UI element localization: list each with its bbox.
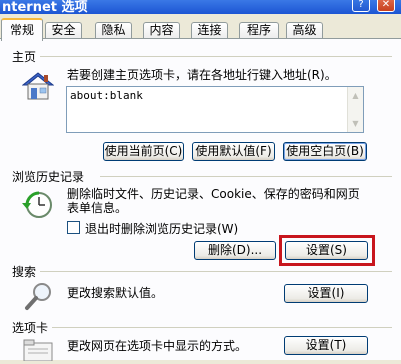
tab-security[interactable]: 安全 — [45, 22, 82, 39]
history-clock-icon — [19, 189, 55, 221]
close-icon: ✕ — [381, 0, 391, 10]
tab-connections[interactable]: 连接 — [191, 22, 228, 39]
title-bar: nternet 选项 ? ✕ — [0, 0, 401, 14]
tab-programs[interactable]: 程序 — [239, 22, 279, 39]
homepage-section-label: 主页 — [12, 50, 37, 64]
address-scrollbar[interactable]: ▲ ▼ — [347, 87, 363, 132]
homepage-description: 若要创建主页选项卡，请在各地址行键入地址(R)。 — [67, 68, 337, 82]
tabs-description: 更改网页在选项卡中显示的方式。 — [67, 339, 248, 353]
tabs-divider — [52, 327, 392, 328]
close-button[interactable]: ✕ — [377, 0, 395, 12]
use-current-button[interactable]: 使用当前页(C) — [103, 142, 184, 161]
delete-history-button[interactable]: 删除(D)... — [194, 241, 276, 260]
scroll-up-icon[interactable]: ▲ — [349, 89, 362, 102]
tab-advanced[interactable]: 高级 — [286, 22, 323, 39]
history-description-line2: 表单信息。 — [67, 201, 128, 215]
general-tab-panel: 主页 若要创建主页选项卡，请在各地址行键入地址(R)。 about:blank … — [0, 38, 401, 362]
tab-strip: 常规 安全 隐私 内容 连接 程序 高级 — [0, 14, 401, 41]
tabs-section-label: 选项卡 — [12, 321, 49, 335]
search-section-label: 搜索 — [12, 265, 37, 279]
tabs-window-icon — [22, 339, 54, 362]
tab-general[interactable]: 常规 — [1, 18, 43, 41]
use-blank-button[interactable]: 使用空白页(B) — [283, 142, 367, 161]
search-settings-button[interactable]: 设置(I) — [284, 284, 368, 303]
house-icon — [21, 71, 55, 101]
delete-on-exit-checkbox[interactable] — [67, 221, 80, 234]
history-section-label: 浏览历史记录 — [12, 170, 85, 184]
search-description: 更改搜索默认值。 — [67, 286, 164, 300]
help-icon: ? — [358, 0, 364, 10]
search-divider — [40, 271, 392, 272]
help-button[interactable]: ? — [352, 0, 370, 12]
homepage-divider — [40, 56, 392, 57]
magnifier-icon — [24, 281, 54, 311]
tab-content[interactable]: 内容 — [143, 22, 180, 39]
homepage-address-box[interactable]: about:blank ▲ ▼ — [66, 86, 364, 133]
tabs-settings-button[interactable]: 设置(T) — [284, 336, 368, 355]
highlight-box — [279, 235, 375, 266]
use-default-button[interactable]: 使用默认值(F) — [192, 142, 275, 161]
homepage-address-value: about:blank — [70, 89, 143, 102]
delete-on-exit-label[interactable]: 退出时删除浏览历史记录(W) — [85, 220, 238, 237]
scroll-down-icon[interactable]: ▼ — [349, 117, 362, 130]
window-title: nternet 选项 — [2, 0, 88, 14]
history-divider — [100, 176, 392, 177]
tab-privacy[interactable]: 隐私 — [95, 22, 132, 39]
